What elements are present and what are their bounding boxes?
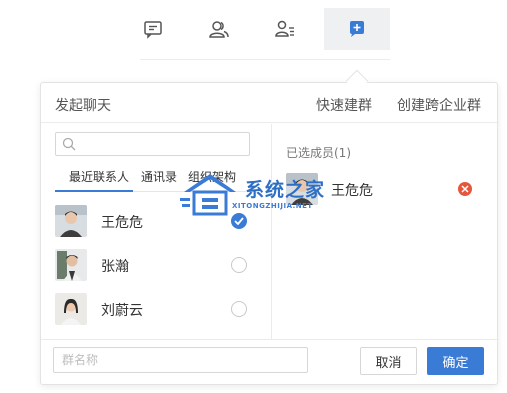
confirm-button[interactable]: 确定 (427, 347, 484, 375)
message-button[interactable] (120, 8, 186, 50)
contact-list-button[interactable] (252, 8, 318, 50)
tab-address-book[interactable]: 通讯录 (141, 168, 177, 185)
contact-name: 刘蔚云 (101, 303, 143, 319)
top-toolbar (120, 8, 392, 50)
watermark-url: XITONGZHIJIA.NET (232, 202, 313, 210)
search-icon (62, 137, 76, 151)
contact-row[interactable]: 张瀚 (55, 249, 255, 281)
contact-name: 张瀚 (101, 259, 129, 275)
contact-row[interactable]: 刘蔚云 (55, 293, 255, 325)
watermark-logo: 系统之家 XITONGZHIJIA.NET (180, 170, 330, 220)
toolbar-divider (140, 59, 390, 60)
selected-members-title: 已选成员(1) (286, 146, 351, 160)
watermark-house-icon (180, 174, 236, 216)
contacts-button[interactable] (186, 8, 252, 50)
footer-divider (41, 339, 499, 340)
add-icon (350, 21, 364, 37)
panel-header: 发起聊天 快速建群 创建跨企业群 (41, 83, 499, 123)
avatar (55, 249, 87, 281)
tab-recent-contacts[interactable]: 最近联系人 (69, 168, 129, 185)
close-icon (461, 185, 469, 193)
create-chat-panel: 发起聊天 快速建群 创建跨企业群 最近联系人 通讯录 组织架构 王危危 张瀚 (40, 82, 499, 385)
remove-member-button[interactable] (458, 182, 472, 196)
contact-list-icon (275, 20, 294, 37)
watermark-text: 系统之家 (245, 179, 326, 201)
avatar (55, 205, 87, 237)
contact-checkbox[interactable] (231, 301, 247, 317)
panel-title: 发起聊天 (55, 98, 111, 114)
contacts-icon (209, 21, 229, 38)
active-tab-indicator (55, 190, 133, 192)
avatar (55, 293, 87, 325)
create-chat-button[interactable] (324, 8, 390, 50)
search-input[interactable] (55, 132, 250, 156)
contact-name: 王危危 (101, 215, 143, 231)
cross-org-group-link[interactable]: 创建跨企业群 (397, 95, 481, 115)
selected-member-name: 王危危 (331, 183, 373, 199)
contact-checkbox[interactable] (231, 257, 247, 273)
group-name-input[interactable] (53, 347, 308, 373)
cancel-button[interactable]: 取消 (360, 347, 417, 375)
message-icon (144, 21, 162, 39)
column-divider (271, 124, 272, 339)
quick-group-link[interactable]: 快速建群 (316, 95, 372, 115)
